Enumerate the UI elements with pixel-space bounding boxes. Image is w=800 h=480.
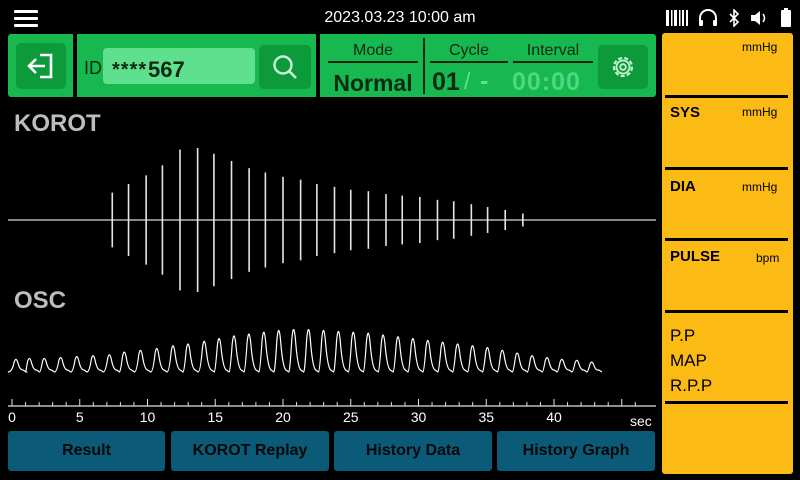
axis-tick-label-0: 0 — [8, 409, 16, 425]
sys-unit: mmHg — [742, 105, 778, 119]
axis-tick-label-20: 20 — [275, 409, 291, 425]
sys-label: SYS — [670, 104, 701, 121]
volume-icon — [751, 11, 766, 25]
status-icons — [666, 8, 792, 28]
dia-unit: mmHg — [742, 180, 778, 194]
headset-icon — [699, 9, 717, 26]
bluetooth-icon — [729, 9, 740, 27]
barcode-icon — [666, 10, 688, 26]
vitals-divider — [665, 95, 788, 98]
axis-unit-label: sec — [630, 413, 652, 429]
pulse-unit: bpm — [756, 251, 780, 265]
rpp-label: R.P.P — [670, 376, 713, 395]
history-graph-button[interactable]: History Graph — [497, 431, 655, 471]
vitals-divider — [665, 310, 788, 313]
axis-tick-label-35: 35 — [478, 409, 495, 425]
top-unit: mmHg — [742, 40, 778, 54]
osc-waveform — [7, 329, 603, 373]
axis-tick-label-10: 10 — [139, 409, 156, 425]
axis-tick-label-30: 30 — [410, 409, 427, 425]
dia-label: DIA — [670, 178, 696, 195]
waveform-chart — [7, 148, 656, 407]
korot-waveform — [8, 148, 656, 292]
vitals-divider — [665, 401, 788, 404]
axis-tick-label-40: 40 — [546, 409, 562, 425]
pp-label: P.P — [670, 326, 696, 345]
result-button[interactable]: Result — [8, 431, 165, 471]
time-axis — [8, 399, 656, 407]
axis-tick-label-15: 15 — [207, 409, 224, 425]
axis-tick-label-5: 5 — [75, 409, 84, 425]
korot-replay-button[interactable]: KOROT Replay — [171, 431, 329, 471]
battery-icon — [781, 8, 791, 27]
map-label: MAP — [670, 351, 707, 370]
axis-tick-label-25: 25 — [342, 409, 359, 425]
vitals-divider — [665, 167, 788, 170]
pulse-label: PULSE — [670, 248, 721, 265]
vitals-divider — [665, 238, 788, 241]
history-data-button[interactable]: History Data — [334, 431, 492, 471]
